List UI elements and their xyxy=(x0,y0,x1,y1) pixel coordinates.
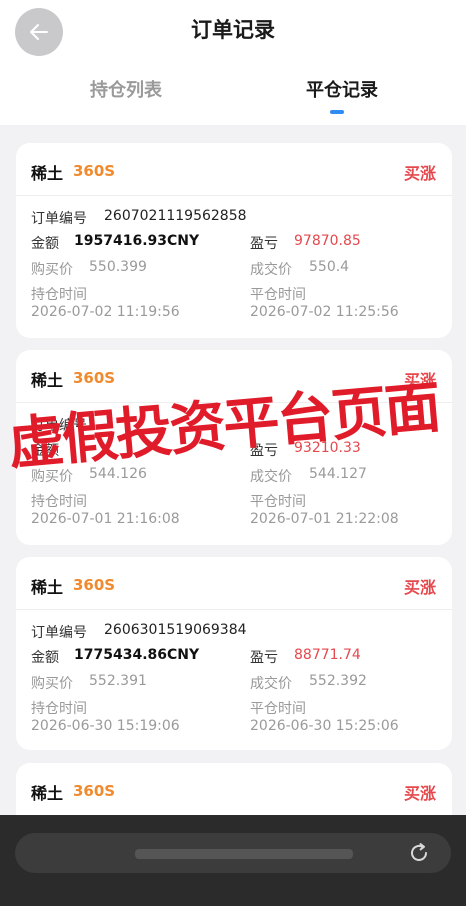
period-label: 360S xyxy=(73,162,116,180)
buy-price-value: 550.399 xyxy=(89,259,147,275)
card-header: 稀土 360S 买涨 xyxy=(16,557,452,610)
buy-price-value: 544.126 xyxy=(89,466,147,482)
close-time-label: 平仓时间 xyxy=(250,494,306,510)
amount-label: 金额 xyxy=(31,443,59,459)
symbol-name: 稀土 xyxy=(31,371,64,390)
close-time-value: 2026-07-01 21:22:08 xyxy=(250,511,399,527)
open-time-label: 持仓时间 xyxy=(31,494,87,510)
deal-price-label: 成交价 xyxy=(250,676,292,692)
period-label: 360S xyxy=(73,782,116,800)
pnl-value: 88771.74 xyxy=(294,647,361,663)
symbol-name: 稀土 xyxy=(31,784,64,803)
pnl-label: 盈亏 xyxy=(250,443,278,459)
close-time-label: 平仓时间 xyxy=(250,701,306,717)
period-label: 360S xyxy=(73,369,116,387)
open-time-label: 持仓时间 xyxy=(31,701,87,717)
close-time-value: 2026-07-02 11:25:56 xyxy=(250,304,399,320)
buy-price-label: 购买价 xyxy=(31,469,73,485)
page-title: 订单记录 xyxy=(191,18,275,42)
pnl-value: 93210.33 xyxy=(294,440,361,456)
period-label: 360S xyxy=(73,576,116,594)
card-header: 稀土 360S 买涨 xyxy=(16,763,452,816)
open-time-value: 2026-06-30 15:19:06 xyxy=(31,718,180,734)
deal-price-value: 544.127 xyxy=(309,466,367,482)
reload-icon[interactable] xyxy=(407,841,431,865)
card-header: 稀土 360S 买涨 xyxy=(16,350,452,403)
buy-price-label: 购买价 xyxy=(31,262,73,278)
tab-close-records[interactable]: 平仓记录 xyxy=(306,76,378,102)
buy-price-label: 购买价 xyxy=(31,676,73,692)
order-no-value: 2606301519069384 xyxy=(104,622,247,638)
open-time-value: 2026-07-02 11:19:56 xyxy=(31,304,180,320)
order-no-label: 订单编号 xyxy=(31,418,87,434)
card-header: 稀土 360S 买涨 xyxy=(16,143,452,196)
amount-label: 金额 xyxy=(31,650,59,666)
order-card[interactable]: 稀土 360S 买涨 订单编号 2606301519069384 金额 1775… xyxy=(16,557,452,750)
open-time-label: 持仓时间 xyxy=(31,287,87,303)
order-no-value: 2607021119562858 xyxy=(104,208,247,224)
symbol-name: 稀土 xyxy=(31,578,64,597)
url-text-blurred xyxy=(135,849,353,859)
tab-active-indicator xyxy=(330,110,344,114)
deal-price-label: 成交价 xyxy=(250,262,292,278)
order-no-label: 订单编号 xyxy=(31,625,87,641)
close-time-label: 平仓时间 xyxy=(250,287,306,303)
direction-label: 买涨 xyxy=(403,371,436,390)
deal-price-value: 552.392 xyxy=(309,673,367,689)
amount-label: 金额 xyxy=(31,236,59,252)
deal-price-label: 成交价 xyxy=(250,469,292,485)
direction-label: 买涨 xyxy=(403,578,436,597)
direction-label: 买涨 xyxy=(403,164,436,183)
amount-value: 1957416.93CNY xyxy=(74,233,200,249)
close-time-value: 2026-06-30 15:25:06 xyxy=(250,718,399,734)
order-no-label: 订单编号 xyxy=(31,211,87,227)
symbol-name: 稀土 xyxy=(31,164,64,183)
header: 订单记录 持仓列表 平仓记录 xyxy=(0,0,466,125)
amount-value: 1775434.86CNY xyxy=(74,647,200,663)
pnl-value: 97870.85 xyxy=(294,233,361,249)
deal-price-value: 550.4 xyxy=(309,259,350,275)
pnl-label: 盈亏 xyxy=(250,650,278,666)
tab-holding-list[interactable]: 持仓列表 xyxy=(90,76,162,102)
address-bar[interactable] xyxy=(15,833,451,873)
direction-label: 买涨 xyxy=(403,784,436,803)
open-time-value: 2026-07-01 21:16:08 xyxy=(31,511,180,527)
buy-price-value: 552.391 xyxy=(89,673,147,689)
order-card[interactable]: 稀土 360S 买涨 订单编号 2607021119562858 金额 1957… xyxy=(16,143,452,338)
pnl-label: 盈亏 xyxy=(250,236,278,252)
browser-bottom-bar xyxy=(0,815,466,906)
order-card[interactable]: 稀土 360S 买涨 订单编号 金额 盈亏 93210.33 购买价 544.1… xyxy=(16,350,452,545)
